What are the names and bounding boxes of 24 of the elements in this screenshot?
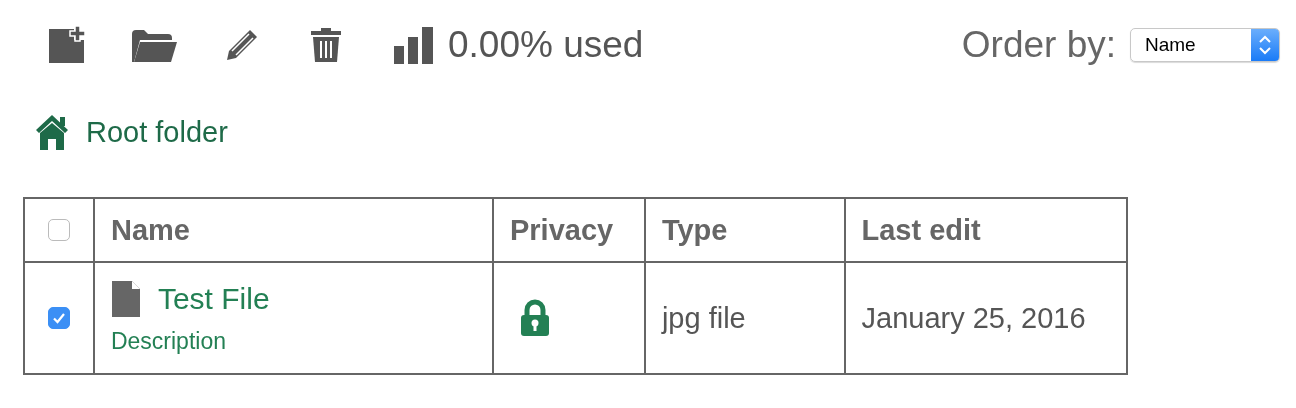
- column-header: Name: [93, 198, 493, 262]
- folder-button[interactable]: [130, 28, 178, 62]
- select-all-checkbox[interactable]: [47, 219, 70, 241]
- bar-chart-icon: [394, 26, 434, 64]
- column-header: Type: [644, 198, 845, 262]
- lock-icon: [519, 299, 550, 337]
- root-folder-link[interactable]: Root folder: [35, 114, 228, 150]
- order-by-select[interactable]: Name: [1130, 28, 1280, 62]
- file-description: Description: [110, 328, 226, 355]
- checkmark-icon: [51, 311, 66, 325]
- last-edit-cell: January 25, 2016: [844, 262, 1127, 374]
- row-checkbox[interactable]: [47, 307, 70, 329]
- chevrons-icon: [1259, 34, 1271, 56]
- new-file-button[interactable]: [48, 26, 86, 64]
- column-header: Privacy: [492, 198, 645, 262]
- usage-text: 0.00% used: [448, 24, 644, 66]
- file-name-link[interactable]: Test File: [157, 282, 270, 316]
- home-icon: [35, 114, 69, 150]
- file-icon: [110, 280, 141, 318]
- edit-button[interactable]: [226, 29, 258, 61]
- delete-button[interactable]: [310, 27, 342, 63]
- column-header: Last edit: [844, 198, 1127, 262]
- order-by-label: Order by:: [961, 24, 1116, 66]
- type-cell: jpg file: [644, 262, 845, 374]
